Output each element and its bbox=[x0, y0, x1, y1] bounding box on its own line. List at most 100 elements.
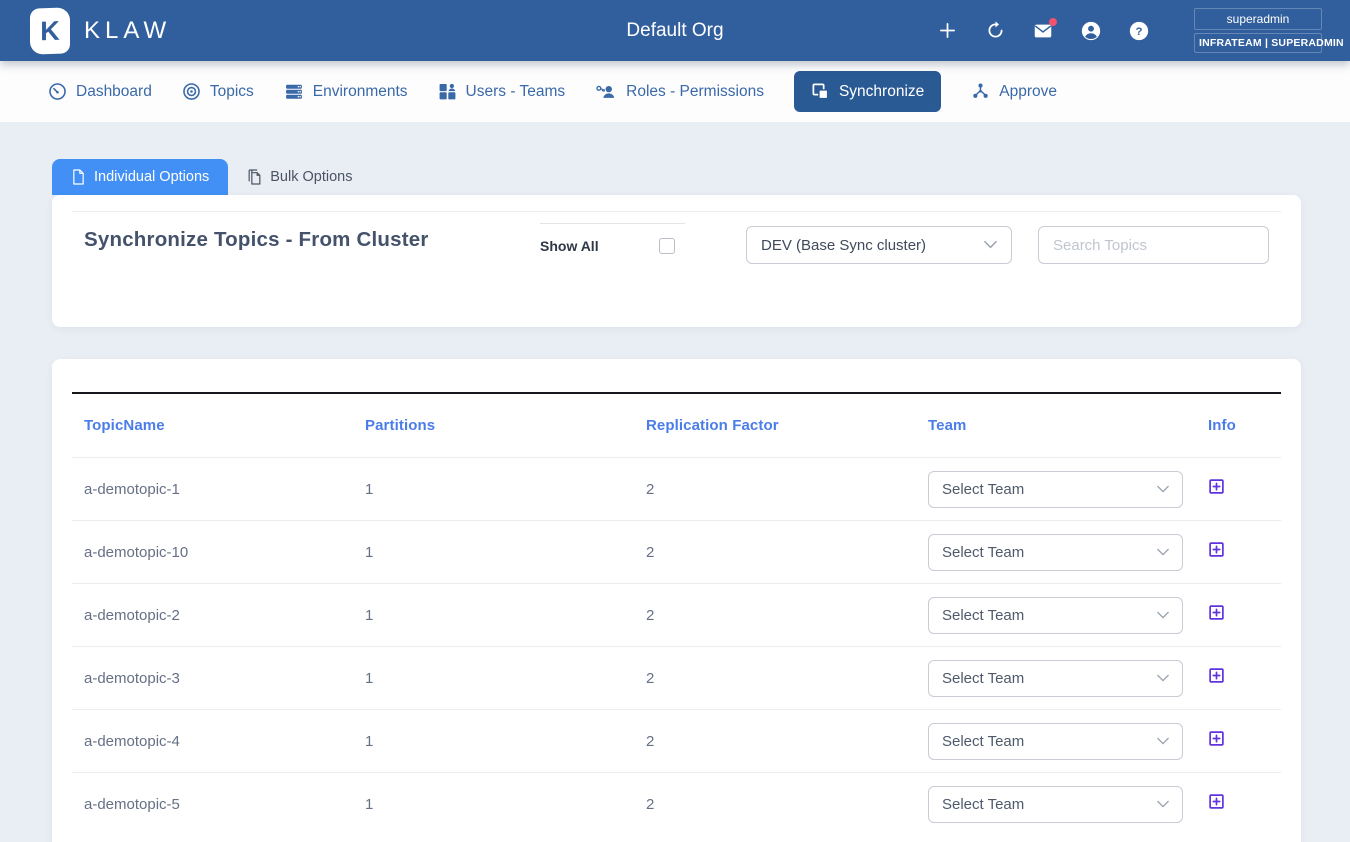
nav-item-topics[interactable]: Topics bbox=[182, 82, 254, 101]
team-select-value: Select Team bbox=[942, 670, 1024, 687]
refresh-icon[interactable] bbox=[984, 20, 1006, 42]
chevron-down-icon bbox=[1157, 543, 1169, 561]
chevron-down-icon bbox=[1157, 795, 1169, 813]
show-all-checkbox[interactable] bbox=[659, 238, 675, 254]
chevron-down-icon bbox=[984, 236, 997, 254]
add-box-icon[interactable] bbox=[1208, 667, 1225, 684]
chevron-down-icon bbox=[1157, 732, 1169, 750]
table-row: a-demotopic-5 1 2 Select Team bbox=[72, 772, 1281, 835]
brand-name: KLAW bbox=[84, 17, 171, 45]
tab-individual-options[interactable]: Individual Options bbox=[52, 159, 228, 195]
environments-icon bbox=[284, 82, 304, 101]
add-icon[interactable] bbox=[936, 20, 958, 42]
nav-item-roles-permissions[interactable]: Roles - Permissions bbox=[595, 82, 764, 101]
account-icon[interactable] bbox=[1080, 20, 1102, 42]
topics-table-card: TopicName Partitions Replication Factor … bbox=[52, 359, 1301, 842]
partitions-cell: 1 bbox=[353, 733, 634, 750]
team-select-value: Select Team bbox=[942, 796, 1024, 813]
nav-item-environments[interactable]: Environments bbox=[284, 82, 408, 101]
team-select[interactable]: Select Team bbox=[928, 660, 1183, 697]
svg-text:?: ? bbox=[1136, 26, 1143, 38]
team-select[interactable]: Select Team bbox=[928, 597, 1183, 634]
topic-name-cell: a-demotopic-2 bbox=[72, 607, 353, 624]
nav-label: Topics bbox=[210, 83, 254, 101]
topic-name-cell: a-demotopic-4 bbox=[72, 733, 353, 750]
brand[interactable]: K KLAW bbox=[30, 8, 171, 54]
tab-label: Individual Options bbox=[94, 169, 209, 185]
mail-icon[interactable] bbox=[1032, 20, 1054, 42]
main-content: Individual Options Bulk Options Synchron… bbox=[52, 157, 1301, 842]
nav-label: Synchronize bbox=[839, 83, 924, 101]
table-row: a-demotopic-4 1 2 Select Team bbox=[72, 709, 1281, 772]
nav-item-users-teams[interactable]: Users - Teams bbox=[438, 82, 566, 101]
synchronize-icon bbox=[811, 82, 830, 101]
cluster-select[interactable]: DEV (Base Sync cluster) bbox=[746, 226, 1012, 264]
app-header: K KLAW Default Org ? superadmin INFR bbox=[0, 0, 1350, 61]
users-teams-icon bbox=[438, 82, 457, 101]
nav-label: Dashboard bbox=[76, 83, 152, 101]
add-box-icon[interactable] bbox=[1208, 604, 1225, 621]
nav-label: Roles - Permissions bbox=[626, 83, 764, 101]
add-box-icon[interactable] bbox=[1208, 730, 1225, 747]
team-select[interactable]: Select Team bbox=[928, 534, 1183, 571]
topics-table: TopicName Partitions Replication Factor … bbox=[72, 394, 1281, 835]
dashboard-icon bbox=[48, 82, 67, 101]
tab-bulk-options[interactable]: Bulk Options bbox=[228, 159, 371, 195]
file-icon bbox=[71, 169, 86, 185]
partitions-cell: 1 bbox=[353, 544, 634, 561]
topics-icon bbox=[182, 82, 201, 101]
nav-item-synchronize[interactable]: Synchronize bbox=[794, 71, 941, 112]
replication-factor-cell: 2 bbox=[634, 670, 916, 687]
add-box-icon[interactable] bbox=[1208, 478, 1225, 495]
search-topics-input[interactable] bbox=[1038, 226, 1269, 264]
page-title: Synchronize Topics - From Cluster bbox=[84, 228, 429, 252]
topic-name-cell: a-demotopic-1 bbox=[72, 481, 353, 498]
nav-label: Users - Teams bbox=[466, 83, 566, 101]
replication-factor-cell: 2 bbox=[634, 481, 916, 498]
notification-badge bbox=[1049, 18, 1057, 26]
col-header-topicname: TopicName bbox=[72, 417, 353, 434]
help-icon[interactable]: ? bbox=[1128, 20, 1150, 42]
table-row: a-demotopic-1 1 2 Select Team bbox=[72, 457, 1281, 520]
chevron-down-icon bbox=[1157, 480, 1169, 498]
col-header-replication-factor: Replication Factor bbox=[634, 417, 916, 434]
team-select[interactable]: Select Team bbox=[928, 471, 1183, 508]
sync-panel: Synchronize Topics - From Cluster Show A… bbox=[52, 195, 1301, 327]
add-box-icon[interactable] bbox=[1208, 541, 1225, 558]
nav-item-approve[interactable]: Approve bbox=[971, 82, 1057, 101]
nav-item-dashboard[interactable]: Dashboard bbox=[48, 82, 152, 101]
team-select[interactable]: Select Team bbox=[928, 786, 1183, 823]
table-body: a-demotopic-1 1 2 Select Team a-demotopi… bbox=[72, 457, 1281, 835]
chevron-down-icon bbox=[1157, 606, 1169, 624]
partitions-cell: 1 bbox=[353, 670, 634, 687]
team-select-value: Select Team bbox=[942, 544, 1024, 561]
replication-factor-cell: 2 bbox=[634, 607, 916, 624]
roles-permissions-icon bbox=[595, 82, 617, 101]
team-select[interactable]: Select Team bbox=[928, 723, 1183, 760]
col-header-info: Info bbox=[1196, 417, 1281, 434]
options-tab-bar: Individual Options Bulk Options bbox=[52, 157, 1301, 195]
team-role-badge[interactable]: INFRATEAM | SUPERADMIN bbox=[1194, 33, 1322, 53]
replication-factor-cell: 2 bbox=[634, 733, 916, 750]
add-box-icon[interactable] bbox=[1208, 793, 1225, 810]
topic-name-cell: a-demotopic-3 bbox=[72, 670, 353, 687]
main-nav: Dashboard Topics Environments Users - Te… bbox=[0, 61, 1350, 122]
col-header-partitions: Partitions bbox=[353, 417, 634, 434]
table-row: a-demotopic-2 1 2 Select Team bbox=[72, 583, 1281, 646]
cluster-select-value: DEV (Base Sync cluster) bbox=[761, 237, 926, 254]
table-row: a-demotopic-3 1 2 Select Team bbox=[72, 646, 1281, 709]
panel-divider bbox=[72, 211, 1281, 212]
approve-icon bbox=[971, 82, 990, 101]
chevron-down-icon bbox=[1157, 669, 1169, 687]
username-badge[interactable]: superadmin bbox=[1194, 8, 1322, 30]
topic-name-cell: a-demotopic-5 bbox=[72, 796, 353, 813]
tab-label: Bulk Options bbox=[270, 169, 352, 185]
klaw-logo-icon: K bbox=[30, 7, 70, 54]
show-all-group: Show All bbox=[540, 223, 685, 254]
topic-name-cell: a-demotopic-10 bbox=[72, 544, 353, 561]
copy-icon bbox=[247, 169, 262, 185]
nav-label: Environments bbox=[313, 83, 408, 101]
team-select-value: Select Team bbox=[942, 607, 1024, 624]
col-header-team: Team bbox=[916, 417, 1196, 434]
table-header-row: TopicName Partitions Replication Factor … bbox=[72, 394, 1281, 457]
